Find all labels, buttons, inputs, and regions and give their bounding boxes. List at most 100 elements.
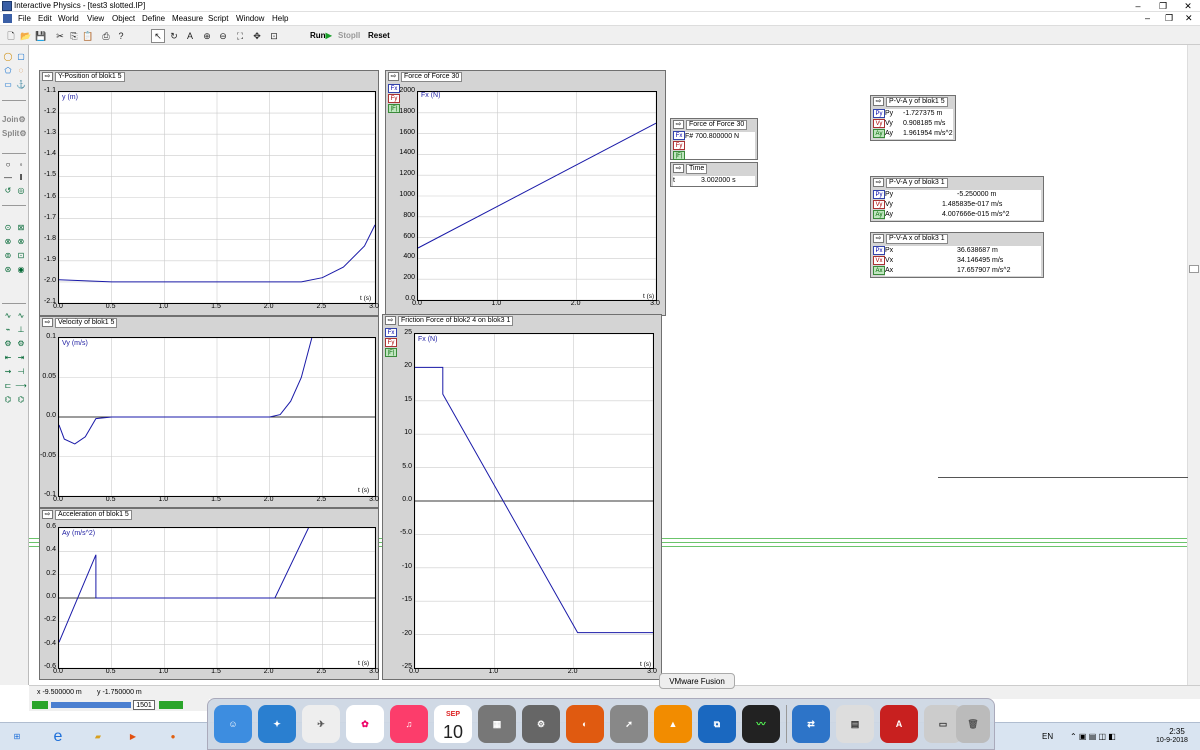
menu-define[interactable]: Define [142, 14, 165, 23]
fy-toggle[interactable]: Fy [385, 338, 397, 347]
misc-a-icon[interactable]: ⌬ [2, 395, 14, 405]
acrobat-icon[interactable]: A [880, 705, 918, 743]
new-icon[interactable]: 🗋 [4, 29, 18, 43]
trash-icon[interactable]: 🗑 [956, 705, 990, 743]
select-arrow-icon[interactable]: ↖ [151, 29, 165, 43]
joint-a-icon[interactable]: ⊙ [2, 223, 14, 233]
rod-tool-icon[interactable]: — [2, 173, 14, 183]
gear2-tool-icon[interactable]: ⚙ [15, 339, 27, 349]
track-icon[interactable]: ⊡ [267, 29, 281, 43]
force-tool-icon[interactable]: ⇤ [2, 353, 14, 363]
language-indicator[interactable]: EN [1042, 732, 1053, 741]
fx-toggle[interactable]: Fx [673, 131, 685, 140]
zoom-fit-icon[interactable]: ⛶ [233, 29, 247, 43]
ay-toggle[interactable]: Ay [873, 210, 885, 219]
py-toggle[interactable]: Py [873, 190, 885, 199]
open-icon[interactable]: 📂 [19, 29, 33, 43]
vlc-icon[interactable]: ▲ [654, 705, 692, 743]
menu-world[interactable]: World [58, 14, 79, 23]
slider-track[interactable] [51, 702, 131, 708]
firefox-dock-icon[interactable]: ◐ [566, 705, 604, 743]
anchor-tool-icon[interactable]: ⚓ [15, 80, 27, 90]
save-icon[interactable]: 💾 [34, 29, 48, 43]
joint-e-icon[interactable]: ⊚ [2, 251, 14, 261]
meter-force-30[interactable]: ⇨ Force of Force 30 Fx Fy |F| F# 700.800… [670, 118, 758, 160]
clock-date[interactable]: 10-9-2018 [1150, 737, 1194, 744]
preview-icon[interactable]: ▤ [836, 705, 874, 743]
meter-arrow-icon[interactable]: ⇨ [388, 72, 399, 81]
joint-c-icon[interactable]: ⊗ [2, 237, 14, 247]
circle-tool-icon[interactable]: ◯ [2, 52, 14, 62]
rotate-icon[interactable]: ↻ [167, 29, 181, 43]
finder-icon[interactable]: ☺ [214, 705, 252, 743]
menu-file[interactable]: File [18, 14, 31, 23]
fy-toggle[interactable]: Fy [388, 94, 400, 103]
ie-icon[interactable]: e [45, 727, 71, 747]
joint-b-icon[interactable]: ⊠ [15, 223, 27, 233]
meter-time[interactable]: ⇨ Time t 3.002000 s [670, 162, 758, 187]
stop-button[interactable]: StopII [338, 29, 360, 43]
zoom-out-icon[interactable]: ⊖ [216, 29, 230, 43]
menu-view[interactable]: View [87, 14, 104, 23]
meter-arrow-icon[interactable]: ⇨ [873, 97, 884, 106]
joint-h-icon[interactable]: ◉ [15, 265, 27, 275]
meter-arrow-icon[interactable]: ⇨ [873, 234, 884, 243]
point-tool-icon[interactable]: ○ [2, 160, 14, 170]
ay-toggle[interactable]: Ay [873, 129, 885, 138]
menu-script[interactable]: Script [208, 14, 228, 23]
rope-tool-icon[interactable]: ⌁ [2, 325, 14, 335]
system-preferences-icon[interactable]: ⚙ [522, 705, 560, 743]
motor-tool-icon[interactable]: ↺ [2, 186, 14, 196]
close-button[interactable]: ✕ [1177, 0, 1199, 12]
meter-arrow-icon[interactable]: ⇨ [673, 120, 684, 129]
pan-icon[interactable]: ✥ [250, 29, 264, 43]
tray-icons[interactable]: ⌃ ▣ ▤ ◫ ◧ [1070, 732, 1116, 741]
meter-arrow-icon[interactable]: ⇨ [42, 510, 53, 519]
music-icon[interactable]: ♫ [390, 705, 428, 743]
frame-slider[interactable]: 1501 [29, 699, 209, 711]
misc-b-icon[interactable]: ⌬ [15, 395, 27, 405]
joint-g-icon[interactable]: ⊛ [2, 265, 14, 275]
mdi-close-button[interactable]: ✕ [1185, 13, 1193, 24]
forward-button[interactable] [159, 701, 183, 709]
actuator-tool-icon[interactable]: ⇝ [2, 367, 14, 377]
ax-toggle[interactable]: Ax [873, 266, 885, 275]
px-toggle[interactable]: Px [873, 246, 885, 255]
vx-toggle[interactable]: Vx [873, 256, 885, 265]
graph-y-position[interactable]: ⇨ Y-Position of blok1 5 y (m) t (s) -1.1… [39, 70, 379, 316]
polygon-tool-icon[interactable]: ⬠ [2, 66, 14, 76]
ft-toggle[interactable]: |F| [673, 151, 685, 160]
start-icon[interactable]: ⊞ [4, 727, 30, 747]
zoom-in-icon[interactable]: ⊕ [200, 29, 214, 43]
meter-pva-y-blok3-1[interactable]: ⇨ P-V-A y of blok3 1 Py Vy Ay Py -5.25000… [870, 176, 1044, 222]
menu-help[interactable]: Help [272, 14, 288, 23]
line-tool-icon[interactable]: ⟶ [15, 381, 27, 391]
pin-tool-icon[interactable]: ◦ [15, 160, 27, 170]
vy-toggle[interactable]: Vy [873, 200, 885, 209]
paste-icon[interactable]: 📋 [81, 29, 95, 43]
migration-icon[interactable]: ⇄ [792, 705, 830, 743]
mdi-restore-button[interactable]: ❐ [1165, 13, 1173, 24]
calculator-icon[interactable]: ▦ [478, 705, 516, 743]
meter-arrow-icon[interactable]: ⇨ [673, 164, 684, 173]
button-tool-icon[interactable]: ⊏ [2, 381, 14, 391]
eagle-app-icon[interactable]: ✈ [302, 705, 340, 743]
meter-pva-x-blok3-1[interactable]: ⇨ P-V-A x of blok3 1 Px Vx Ax Px 36.63868… [870, 232, 1044, 278]
launchpad-icon[interactable]: ➚ [610, 705, 648, 743]
menu-edit[interactable]: Edit [38, 14, 52, 23]
rewind-button[interactable] [32, 701, 48, 709]
py-toggle[interactable]: Py [873, 109, 885, 118]
media-icon[interactable]: ▶ [120, 727, 146, 747]
meter-pva-y-blok1-5[interactable]: ⇨ P-V-A y of blok1 5 Py Vy Ay Py -1.72737… [870, 95, 956, 141]
vertical-scrollbar[interactable] [1187, 45, 1200, 685]
ft-toggle[interactable]: |F| [385, 348, 397, 357]
safari-icon[interactable]: ✦ [258, 705, 296, 743]
spring-tool-icon[interactable]: ∿ [2, 311, 14, 321]
help-icon[interactable]: ? [114, 29, 128, 43]
vy-toggle[interactable]: Vy [873, 119, 885, 128]
minimize-button[interactable]: – [1127, 0, 1149, 12]
graph-velocity[interactable]: ⇨ Velocity of blok1 5 Vy (m/s) t (s) 0.1… [39, 316, 379, 508]
meter-arrow-icon[interactable]: ⇨ [873, 178, 884, 187]
join-button[interactable]: Join⚙ [2, 115, 26, 124]
scroll-thumb[interactable] [1189, 265, 1199, 273]
